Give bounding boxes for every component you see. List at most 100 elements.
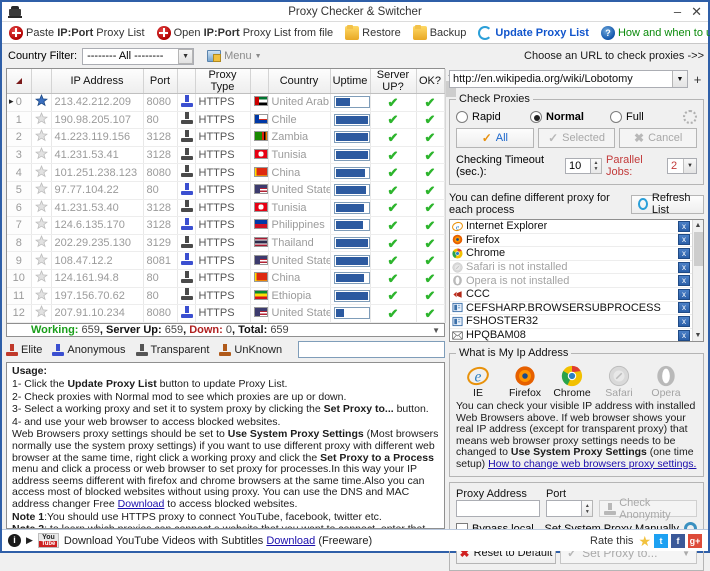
- row-index[interactable]: 0: [7, 93, 32, 112]
- myip-browser-firefox[interactable]: Firefox: [505, 365, 545, 399]
- cancel-check-button[interactable]: ✖ Cancel: [619, 128, 698, 148]
- col-uptime-header[interactable]: Uptime: [330, 69, 371, 94]
- scrollbar-thumb[interactable]: [693, 232, 703, 266]
- play-icon[interactable]: ▶: [26, 535, 33, 546]
- update-proxy-list-button[interactable]: Update Proxy List: [473, 23, 594, 43]
- favorite-star[interactable]: [31, 93, 52, 112]
- process-scrollbar[interactable]: ▲ ▼: [692, 220, 703, 341]
- row-index[interactable]: 12: [7, 304, 32, 323]
- process-list-item[interactable]: Chrome x: [450, 247, 692, 261]
- star-icon[interactable]: [34, 147, 48, 160]
- remove-process-button[interactable]: x: [678, 247, 690, 259]
- country-filter-select[interactable]: -------- All -------- ▼: [82, 47, 195, 65]
- add-url-button[interactable]: +: [691, 70, 704, 88]
- facebook-icon[interactable]: f: [671, 533, 685, 548]
- parallel-jobs-select[interactable]: 2 ▼: [666, 158, 698, 174]
- favorite-star[interactable]: [31, 234, 52, 253]
- col-anon-header[interactable]: [177, 69, 196, 94]
- refresh-list-button[interactable]: Refresh List: [630, 192, 704, 216]
- process-list-item[interactable]: Firefox x: [450, 234, 692, 248]
- chevron-down-icon[interactable]: ▼: [672, 71, 687, 87]
- myip-browser-chrome[interactable]: Chrome: [552, 365, 592, 399]
- star-icon[interactable]: [34, 129, 48, 142]
- open-proxy-list-button[interactable]: Open IP:Port Proxy List from file: [152, 23, 339, 43]
- check-url-input[interactable]: http://en.wikipedia.org/wiki/Lobotomy ▼: [449, 70, 688, 88]
- favorite-star[interactable]: [31, 181, 52, 200]
- col-country-header[interactable]: Country: [268, 69, 331, 94]
- row-index[interactable]: 10: [7, 269, 32, 288]
- myip-browser-ie[interactable]: e IE: [458, 365, 498, 399]
- table-row[interactable]: 5 97.77.104.2280 HTTPS United States ✔ ✔: [7, 181, 445, 200]
- row-index[interactable]: 5: [7, 181, 32, 200]
- row-index[interactable]: 1: [7, 111, 32, 130]
- table-row[interactable]: 12 207.91.10.2348080 HTTPS United States ✔ ✔: [7, 304, 445, 323]
- col-ip-header[interactable]: IP Address: [51, 69, 144, 94]
- col-flag-header[interactable]: [250, 69, 269, 94]
- favorite-star[interactable]: [31, 216, 52, 235]
- youtube-download-link[interactable]: Download: [266, 535, 315, 547]
- radio-rapid[interactable]: Rapid: [456, 111, 530, 123]
- star-icon[interactable]: [34, 94, 48, 107]
- favorite-star[interactable]: [31, 128, 52, 147]
- process-list-item[interactable]: CCC x: [450, 288, 692, 302]
- row-index[interactable]: 4: [7, 163, 32, 182]
- process-list-item[interactable]: CEFSHARP.BROWSERSUBPROCESS x: [450, 302, 692, 316]
- process-list-item[interactable]: HPQBAM08 x: [450, 329, 692, 341]
- col-type-header[interactable]: Proxy Type: [195, 69, 251, 94]
- paste-proxy-list-button[interactable]: Paste IP:Port Proxy List: [4, 23, 150, 43]
- remove-process-button[interactable]: x: [678, 261, 690, 273]
- star-icon[interactable]: ★: [638, 534, 651, 548]
- favorite-star[interactable]: [31, 111, 52, 130]
- row-index[interactable]: 3: [7, 146, 32, 165]
- star-icon[interactable]: [34, 199, 48, 213]
- check-all-button[interactable]: ✓ All: [456, 128, 534, 148]
- favorite-star[interactable]: [31, 199, 52, 218]
- process-list-item[interactable]: e Internet Explorer x: [450, 220, 692, 234]
- favorite-star[interactable]: [31, 163, 52, 182]
- stepper-down-icon[interactable]: ▼: [594, 166, 599, 172]
- row-index[interactable]: 9: [7, 251, 32, 270]
- port-input[interactable]: [545, 500, 583, 517]
- stepper-down-icon[interactable]: ▼: [585, 509, 590, 515]
- myip-browser-safari[interactable]: Safari: [599, 365, 639, 399]
- star-icon[interactable]: [34, 305, 48, 318]
- table-row[interactable]: 8 202.29.235.130 3129 HTTPS Thailand ✔ ✔: [7, 234, 445, 253]
- row-index[interactable]: 2: [7, 128, 32, 147]
- backup-button[interactable]: Backup: [408, 23, 472, 43]
- table-row[interactable]: 10 124.161.94.8 80 HTTPS China ✔ ✔: [7, 269, 445, 288]
- help-button[interactable]: ? How and when to use this tool?: [596, 23, 710, 43]
- googleplus-icon[interactable]: g+: [688, 533, 702, 548]
- process-list-item[interactable]: Safari is not installed x: [450, 261, 692, 275]
- table-row[interactable]: 11 197.156.70.62 80 HTTPS Ethiopia ✔ ✔: [7, 287, 445, 306]
- remove-process-button[interactable]: x: [678, 315, 690, 327]
- col-sort-indicator[interactable]: [7, 69, 32, 94]
- col-star-header[interactable]: [31, 69, 52, 94]
- star-icon[interactable]: [34, 164, 48, 178]
- table-row[interactable]: 6 41.231.53.40 3128 HTTPS Tunisia ✔ ✔: [7, 199, 445, 218]
- check-selected-button[interactable]: ✓ Selected: [537, 128, 616, 148]
- timeout-stepper[interactable]: ▲ ▼: [590, 158, 602, 174]
- search-input[interactable]: [298, 341, 445, 359]
- change-proxy-settings-link[interactable]: How to change web browsers proxy setting…: [488, 458, 696, 470]
- remove-process-button[interactable]: x: [678, 220, 690, 232]
- table-row[interactable]: 3 41.231.53.41 3128 HTTPS Tunisia ✔ ✔: [7, 146, 445, 165]
- favorite-star[interactable]: [31, 269, 52, 288]
- port-stepper[interactable]: ▲ ▼: [582, 500, 594, 517]
- favorite-star[interactable]: [31, 287, 52, 306]
- scroll-up-icon[interactable]: ▲: [695, 220, 702, 231]
- restore-button[interactable]: Restore: [340, 23, 406, 43]
- row-index[interactable]: 6: [7, 199, 32, 218]
- favorite-star[interactable]: [31, 251, 52, 270]
- info-icon[interactable]: i: [8, 534, 21, 547]
- remove-process-button[interactable]: x: [678, 288, 690, 300]
- table-row[interactable]: 1 190.98.205.107 80 HTTPS Chile ✔ ✔: [7, 111, 445, 130]
- star-icon[interactable]: [34, 287, 48, 301]
- timeout-input[interactable]: 10: [564, 158, 591, 174]
- proxy-address-input[interactable]: [456, 500, 540, 517]
- table-row[interactable]: 2 41.223.119.156 3128 HTTPS Zambia ✔ ✔: [7, 128, 445, 147]
- col-port-header[interactable]: Port: [143, 69, 178, 94]
- menu-button[interactable]: Menu ▼: [199, 50, 262, 62]
- row-index[interactable]: 7: [7, 216, 32, 235]
- star-icon[interactable]: [34, 217, 48, 230]
- chevron-down-icon[interactable]: ▼: [432, 326, 444, 335]
